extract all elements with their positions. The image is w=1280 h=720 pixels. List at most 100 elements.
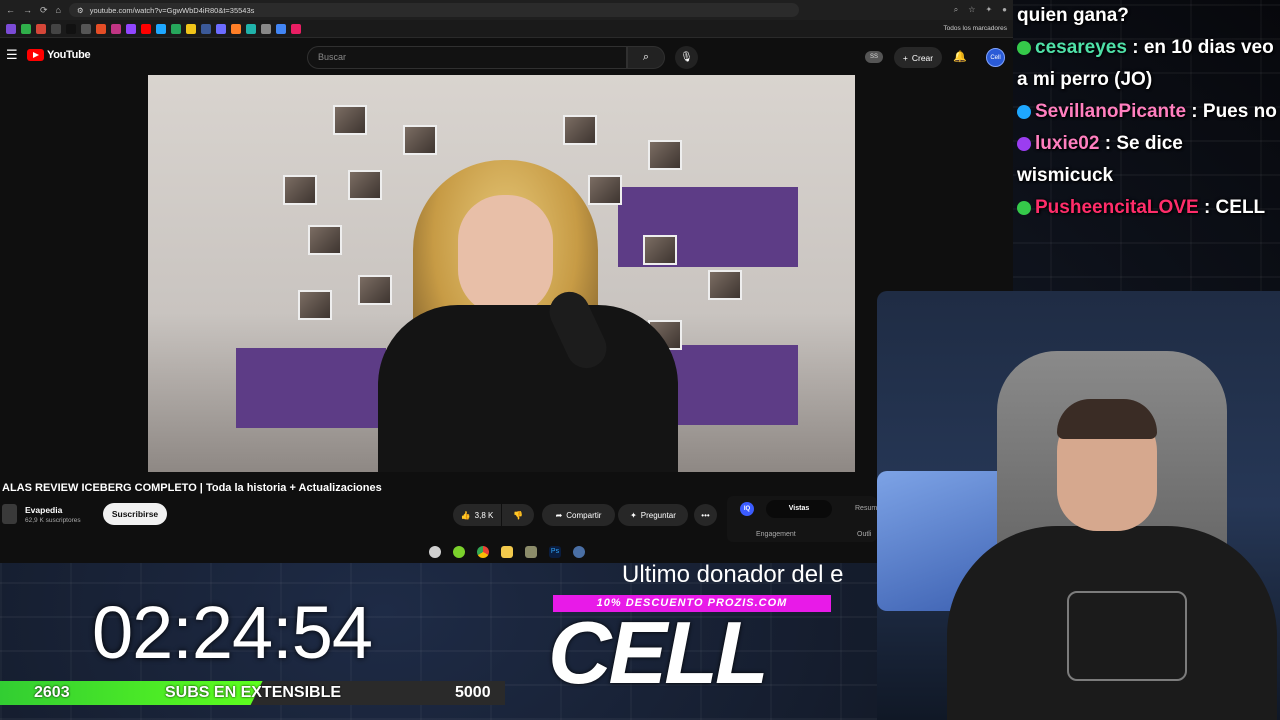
subs-goal-count: 5000 — [455, 684, 491, 701]
channel-avatar[interactable] — [2, 504, 17, 524]
share-icon: ➦ — [555, 510, 563, 520]
share-label: Compartir — [566, 510, 602, 520]
browser-toolbar: ← → ⟳ ⌂ ⚙ youtube.com/watch?v=GgwWbD4iR8… — [0, 0, 1013, 20]
zoom-icon[interactable]: ⌕ — [954, 5, 958, 15]
extensions-icon[interactable]: ✦ — [985, 5, 992, 15]
chrome-icon[interactable] — [477, 546, 489, 558]
ask-button[interactable]: ✦ Preguntar — [618, 504, 688, 526]
chat-badge-icon — [1017, 136, 1031, 151]
bookmark-icon[interactable] — [216, 23, 226, 34]
person-face — [458, 195, 553, 315]
bookmark-star-icon[interactable]: ☆ — [968, 5, 975, 15]
chat-badge-icon — [1017, 40, 1031, 55]
bookmark-icon[interactable] — [6, 23, 16, 34]
wall-photo — [333, 105, 367, 135]
ss-badge[interactable]: SS — [865, 51, 883, 63]
youtube-play-icon — [27, 49, 44, 61]
chat-overlay: quien gana? cesareyes : en 10 dias veo a … — [1017, 0, 1280, 290]
obs-icon[interactable] — [429, 546, 441, 558]
bookmark-icon[interactable] — [81, 23, 91, 34]
chat-username: luxie02 — [1035, 133, 1105, 154]
sparkle-icon: ✦ — [630, 510, 637, 520]
chat-username: cesareyes — [1035, 37, 1133, 58]
create-button[interactable]: + Crear — [894, 47, 942, 68]
plus-icon: + — [902, 52, 908, 63]
wall-photo — [588, 175, 622, 205]
photoshop-icon[interactable]: Ps — [549, 546, 561, 558]
extension-outline-label: Outli — [857, 531, 872, 538]
chat-message: PusheencitaLOVE : CELL — [1017, 192, 1280, 224]
extension-tab-summary[interactable]: Resum — [855, 505, 877, 512]
search-icon: ⌕ — [642, 51, 650, 63]
reload-icon[interactable]: ⟳ — [40, 5, 48, 16]
bookmark-icon[interactable] — [186, 23, 196, 34]
create-label: Crear — [911, 52, 934, 63]
bookmark-icon[interactable] — [246, 23, 256, 34]
app-icon[interactable] — [453, 546, 465, 558]
chat-message: SevillanoPicante : Pues no — [1017, 96, 1280, 128]
extension-engagement-label: Engagement — [756, 531, 796, 538]
extension-tab-views[interactable]: Vistas — [766, 500, 832, 518]
twitch-icon[interactable] — [126, 23, 136, 34]
like-button[interactable]: 👍 3,8 K — [453, 504, 501, 526]
bookmark-icon[interactable] — [231, 23, 241, 34]
dislike-button[interactable]: 👎 — [502, 504, 534, 526]
all-bookmarks-folder[interactable]: Todos los marcadores — [943, 25, 1007, 32]
bookmark-icon[interactable] — [276, 23, 286, 34]
chat-text: : CELL — [1203, 197, 1266, 218]
youtube-bookmark-icon[interactable] — [141, 23, 151, 34]
video-player[interactable] — [148, 75, 855, 472]
hamburger-menu-icon[interactable]: ☰ — [6, 47, 24, 63]
bookmark-icon[interactable] — [21, 23, 31, 34]
search-button[interactable]: ⌕ — [627, 46, 665, 69]
wall-photo — [643, 235, 677, 265]
youtube-logo[interactable]: YouTube — [27, 49, 91, 61]
app-icon[interactable] — [525, 546, 537, 558]
bookmark-icon[interactable] — [291, 23, 301, 34]
promo-banner: 10% DESCUENTO PROZIS.COM — [553, 595, 831, 612]
profile-icon[interactable]: ● — [1002, 5, 1007, 15]
site-info-icon[interactable]: ⚙ — [77, 6, 84, 15]
wall-photo — [708, 270, 742, 300]
bookmark-icon[interactable] — [96, 23, 106, 34]
app-icon[interactable] — [573, 546, 585, 558]
chat-text: quien gana? — [1017, 5, 1129, 26]
more-actions-button[interactable]: ••• — [694, 504, 717, 526]
chat-message: luxie02 : Se dice wismicuck — [1017, 128, 1280, 192]
bookmark-icon[interactable] — [156, 23, 166, 34]
bookmark-icon[interactable] — [261, 23, 271, 34]
address-bar[interactable]: ⚙ youtube.com/watch?v=GgwWbD4iR80&t=3554… — [68, 3, 799, 17]
wall-photo — [283, 175, 317, 205]
forward-icon[interactable]: → — [23, 5, 32, 15]
search-input[interactable]: Buscar — [307, 46, 627, 69]
chat-message: cesareyes : en 10 dias veo a mi perro (J… — [1017, 32, 1280, 96]
chat-badge-icon — [1017, 200, 1031, 215]
chat-message: quien gana? — [1017, 0, 1280, 32]
purple-cabinet-panel — [658, 345, 798, 425]
thumbs-down-icon: 👎 — [513, 510, 523, 520]
bookmark-icon[interactable] — [201, 23, 211, 34]
channel-name[interactable]: Evapedia — [25, 505, 62, 515]
bookmarks-bar: Todos los marcadores — [0, 20, 1013, 38]
subscribe-button[interactable]: Suscribirse — [103, 503, 167, 525]
x-icon[interactable] — [51, 23, 61, 34]
notifications-bell-icon[interactable]: 🔔 — [953, 50, 967, 63]
last-donor-label: Ultimo donador del e — [622, 561, 844, 588]
back-icon[interactable]: ← — [6, 5, 15, 15]
gmail-icon[interactable] — [36, 23, 46, 34]
file-explorer-icon[interactable] — [501, 546, 513, 558]
ask-label: Preguntar — [640, 510, 676, 520]
subscriber-count: 62,9 K suscriptores — [25, 517, 81, 524]
youtube-logo-text: YouTube — [47, 49, 91, 61]
instagram-icon[interactable] — [111, 23, 121, 34]
account-avatar[interactable]: Cell — [986, 48, 1005, 67]
bookmark-icon[interactable] — [171, 23, 181, 34]
tiktok-icon[interactable] — [66, 23, 76, 34]
home-icon[interactable]: ⌂ — [56, 5, 61, 15]
extension-logo-icon[interactable]: IQ — [740, 502, 754, 516]
subs-current-count: 2603 — [34, 684, 70, 701]
share-button[interactable]: ➦ Compartir — [542, 504, 615, 526]
chat-username: SevillanoPicante — [1035, 101, 1192, 122]
shirt-print — [1067, 591, 1187, 681]
voice-search-button[interactable]: 🎙 — [675, 46, 698, 69]
